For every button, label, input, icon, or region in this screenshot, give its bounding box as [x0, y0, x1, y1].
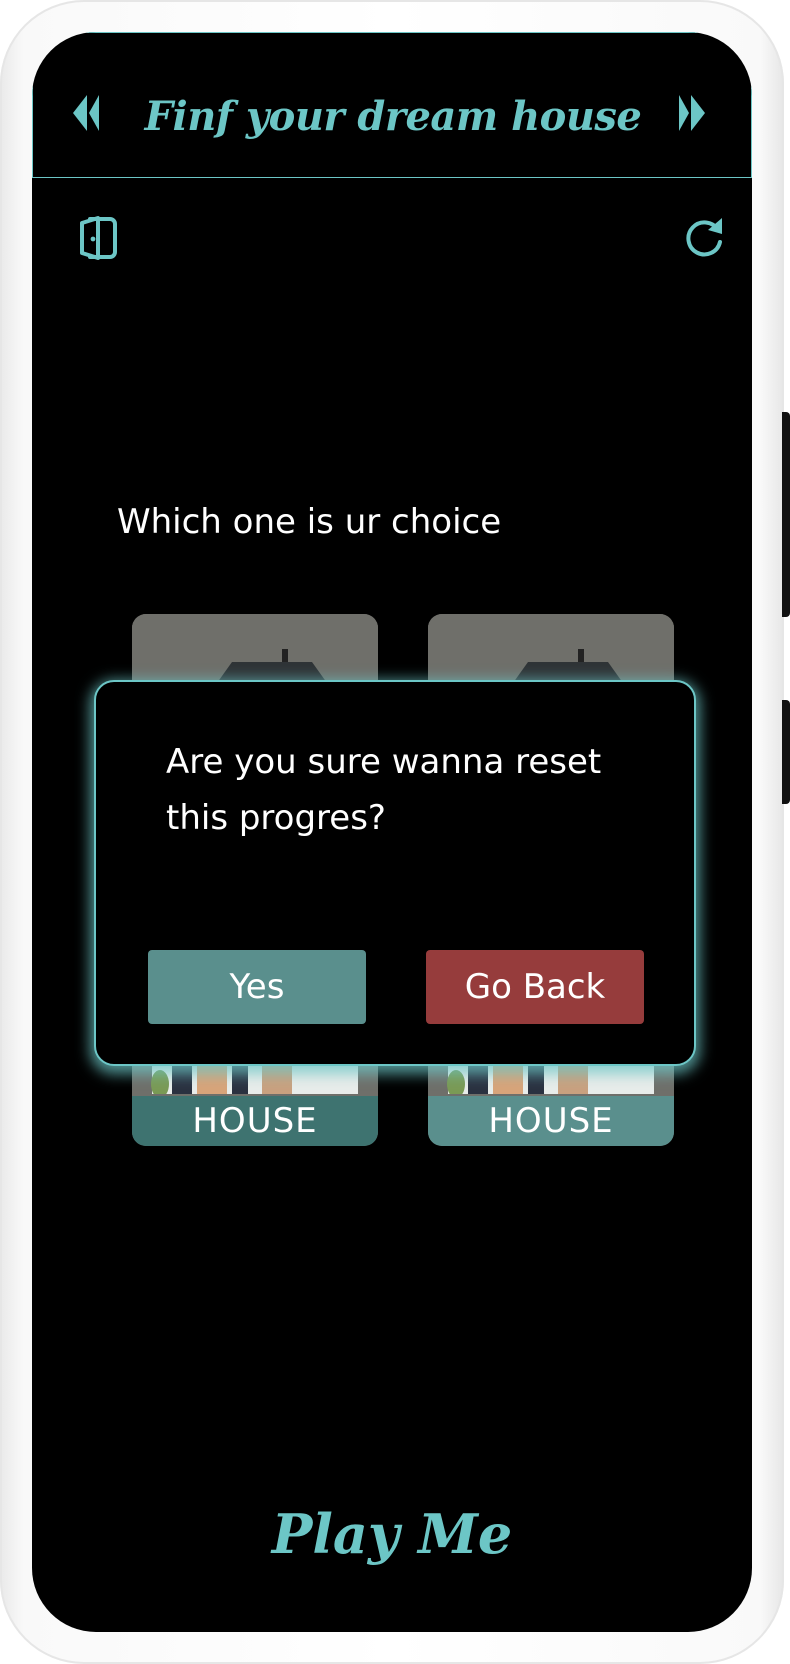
refresh-icon[interactable] [680, 214, 728, 262]
app-header: Finf your dream house [32, 32, 752, 178]
phone-side-button-power [782, 412, 790, 617]
go-back-button[interactable]: Go Back [426, 950, 644, 1024]
phone-side-button-volume [782, 700, 790, 804]
page-title: Finf your dream house [144, 93, 642, 140]
question-text: Which one is ur choice [117, 502, 502, 542]
play-me-button[interactable]: Play Me [32, 1502, 752, 1566]
option-label: HOUSE [428, 1096, 674, 1146]
option-label: HOUSE [132, 1096, 378, 1146]
app-screen: Finf your dream house Which one is ur ch… [32, 32, 752, 1632]
double-chevron-right-icon[interactable] [675, 95, 705, 131]
dialog-message: Are you sure wanna reset this progres? [166, 742, 602, 838]
reset-confirm-dialog: Are you sure wanna reset this progres? Y… [94, 680, 696, 1066]
yes-button[interactable]: Yes [148, 950, 366, 1024]
exit-door-icon[interactable] [74, 214, 122, 262]
